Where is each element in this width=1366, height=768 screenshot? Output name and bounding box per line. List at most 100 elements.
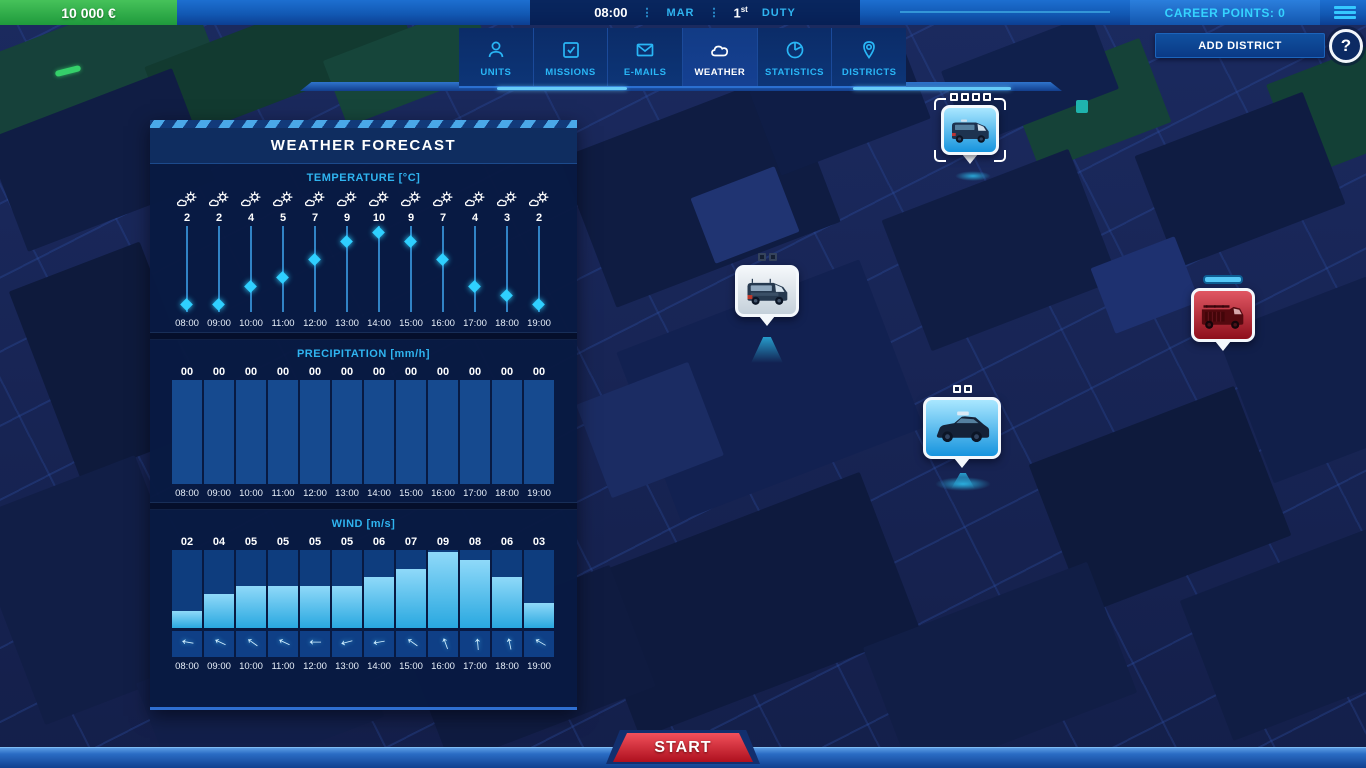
precipitation-section: PRECIPITATION [mm/h] 0000000000000000000… — [150, 340, 577, 502]
wind-bar — [492, 577, 522, 628]
statistics-pie-icon — [782, 37, 808, 63]
wind-direction-cell: → — [491, 631, 523, 657]
precipitation-bar — [172, 380, 202, 484]
time-display: 08:00 — [594, 5, 627, 20]
wind-bar-cell — [523, 550, 555, 628]
time-label: 11:00 — [267, 314, 299, 332]
precipitation-column — [523, 380, 555, 484]
time-label: 08:00 — [171, 484, 203, 502]
tab-weather[interactable]: WEATHER — [683, 28, 758, 86]
unit-marker-fire-truck[interactable] — [1191, 275, 1255, 351]
weather-forecast-panel: WEATHER FORECAST TEMPERATURE [°C] 224579… — [150, 120, 577, 710]
precipitation-bar — [396, 380, 426, 484]
wind-value: 02 — [171, 534, 203, 550]
temperature-point — [500, 289, 513, 302]
unit-marker-police-car[interactable] — [923, 385, 1001, 468]
city-block — [882, 149, 1119, 351]
unit-marker-police-van[interactable] — [941, 93, 999, 164]
precipitation-value: 00 — [331, 364, 363, 380]
wind-direction-arrow-icon: → — [465, 634, 486, 655]
time-label: 15:00 — [395, 657, 427, 675]
wind-chart — [171, 550, 556, 628]
temperature-point — [308, 253, 321, 266]
tab-statistics[interactable]: STATISTICS — [758, 28, 833, 86]
wind-direction-cell: → — [331, 631, 363, 657]
temperature-value: 7 — [299, 210, 331, 226]
precipitation-chart — [171, 380, 556, 484]
time-label: 09:00 — [203, 657, 235, 675]
temperature-line — [267, 226, 299, 314]
wind-direction-cell: → — [523, 631, 555, 657]
time-label: 11:00 — [267, 484, 299, 502]
precipitation-column — [395, 380, 427, 484]
wind-direction-arrow-icon: → — [176, 633, 198, 655]
precipitation-column — [267, 380, 299, 484]
marker-glow — [955, 171, 991, 181]
status-square — [953, 385, 961, 393]
precipitation-column — [299, 380, 331, 484]
marker-pointer — [962, 154, 978, 164]
tab-label: DISTRICTS — [842, 67, 897, 78]
status-square — [972, 93, 980, 101]
wind-value: 06 — [363, 534, 395, 550]
tab-missions[interactable]: MISSIONS — [534, 28, 609, 86]
temperature-line — [523, 226, 555, 314]
tab-emails[interactable]: E-MAILS — [608, 28, 683, 86]
temperature-value: 2 — [203, 210, 235, 226]
tab-districts[interactable]: DISTRICTS — [832, 28, 906, 86]
temperature-value: 3 — [491, 210, 523, 226]
temperature-value: 2 — [171, 210, 203, 226]
panel-striped-header — [150, 120, 577, 128]
time-label: 12:00 — [299, 657, 331, 675]
temperature-value: 7 — [427, 210, 459, 226]
time-label: 14:00 — [363, 484, 395, 502]
temperature-section: TEMPERATURE [°C] 2245791097432 08:0009:0… — [150, 164, 577, 332]
precipitation-value: 00 — [363, 364, 395, 380]
wind-direction-cell: → — [395, 631, 427, 657]
temperature-axis-line — [250, 226, 252, 312]
wind-direction-cell: → — [427, 631, 459, 657]
time-label: 09:00 — [203, 484, 235, 502]
day-suffix: st — [741, 5, 748, 14]
status-square — [961, 93, 969, 101]
temperature-line — [363, 226, 395, 314]
time-label: 17:00 — [459, 484, 491, 502]
marker-pointer — [759, 316, 775, 326]
wind-bar-cell — [395, 550, 427, 628]
time-label: 18:00 — [491, 314, 523, 332]
missions-checkbox-icon — [558, 37, 584, 63]
wind-value: 06 — [491, 534, 523, 550]
wind-section: WIND [m/s] 020405050505060709080603 →→→→… — [150, 510, 577, 675]
tab-units[interactable]: UNITS — [459, 28, 534, 86]
wind-direction-arrow-icon: → — [335, 632, 358, 655]
wind-bar — [460, 560, 490, 628]
police-van-icon — [941, 105, 999, 155]
sun-behind-cloud-icon — [491, 188, 523, 210]
time-label: 12:00 — [299, 314, 331, 332]
selection-bracket-icon — [934, 150, 946, 162]
wind-bar-cell — [267, 550, 299, 628]
start-button[interactable]: START — [613, 733, 753, 762]
game-screen: 10 000 € 08:00 ⋮ MAR ⋮ 1st DUTY CAREER P… — [0, 0, 1366, 768]
temperature-point — [244, 280, 257, 293]
wind-value: 03 — [523, 534, 555, 550]
wind-value: 05 — [331, 534, 363, 550]
fire-truck-icon — [1191, 288, 1255, 342]
selection-bracket-icon — [934, 98, 946, 110]
temperature-line — [491, 226, 523, 314]
time-label: 18:00 — [491, 657, 523, 675]
status-square — [964, 385, 972, 393]
add-district-button[interactable]: ADD DISTRICT — [1155, 33, 1325, 58]
wind-bar-cell — [171, 550, 203, 628]
help-button[interactable]: ? — [1329, 29, 1363, 63]
hamburger-menu-icon[interactable] — [1332, 4, 1358, 22]
wind-bar-cell — [491, 550, 523, 628]
unit-marker-ambulance[interactable] — [735, 253, 799, 326]
tab-label: STATISTICS — [765, 67, 824, 78]
precipitation-value: 00 — [171, 364, 203, 380]
tab-label: UNITS — [480, 67, 511, 78]
precipitation-value: 00 — [459, 364, 491, 380]
sun-behind-cloud-icon — [523, 188, 555, 210]
wind-bar-cell — [459, 550, 491, 628]
temperature-value: 5 — [267, 210, 299, 226]
